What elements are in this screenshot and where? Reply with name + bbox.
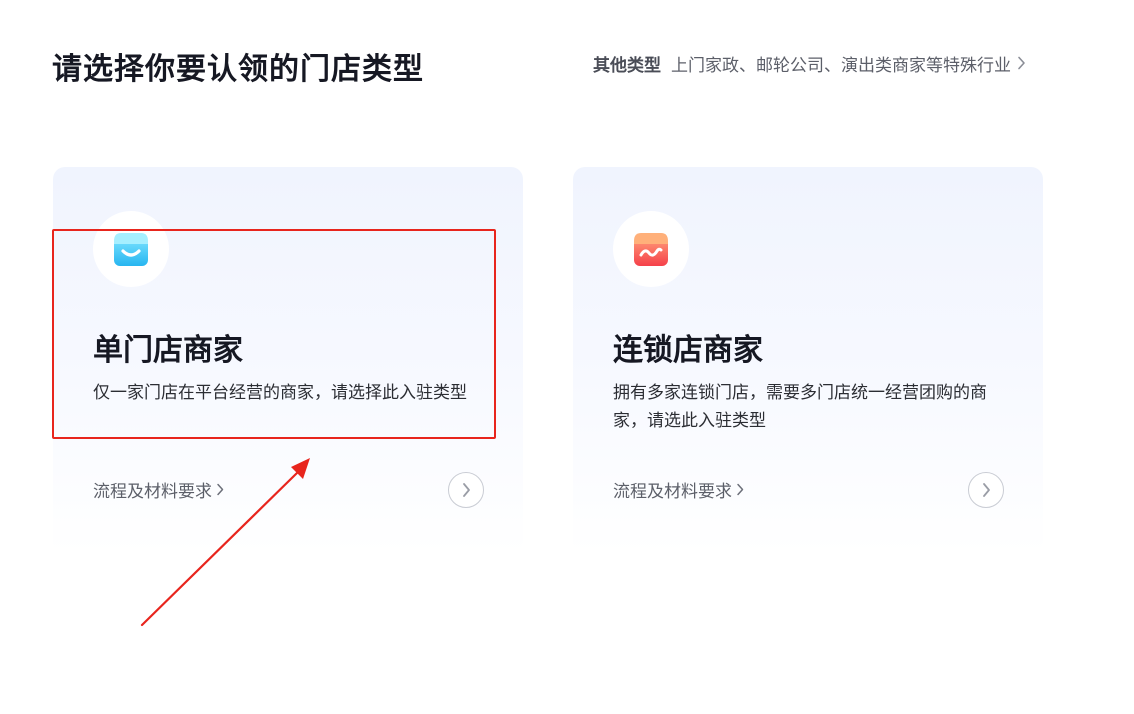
chevron-right-icon: [736, 483, 744, 496]
card-enter-button[interactable]: [448, 472, 484, 508]
chevron-right-icon: [983, 483, 990, 497]
card-description: 拥有多家连锁门店，需要多门店统一经营团购的商家，请选此入驻类型: [613, 383, 987, 431]
other-types-description: 上门家政、邮轮公司、演出类商家等特殊行业: [671, 55, 1011, 76]
other-types-label: 其他类型: [593, 55, 661, 76]
chevron-right-icon: [216, 483, 224, 496]
chevron-right-icon: [1017, 56, 1026, 70]
card-single-store[interactable]: 单门店商家 仅一家门店在平台经营的商家，请选择此入驻类型 流程及材料要求: [53, 167, 523, 554]
process-requirements-label: 流程及材料要求: [613, 481, 732, 502]
chevron-right-icon: [463, 483, 470, 497]
card-description: 仅一家门店在平台经营的商家，请选择此入驻类型: [93, 383, 467, 403]
card-chain-store[interactable]: 连锁店商家 拥有多家连锁门店，需要多门店统一经营团购的商家，请选此入驻类型 流程…: [573, 167, 1043, 554]
shop-red-icon: [613, 211, 689, 287]
process-requirements-link[interactable]: 流程及材料要求: [613, 477, 744, 502]
process-requirements-label: 流程及材料要求: [93, 481, 212, 502]
card-enter-button[interactable]: [968, 472, 1004, 508]
process-requirements-link[interactable]: 流程及材料要求: [93, 477, 224, 502]
page-title: 请选择你要认领的门店类型: [52, 52, 424, 87]
shop-blue-icon: [93, 211, 169, 287]
card-title: 连锁店商家: [613, 333, 763, 368]
card-title: 单门店商家: [93, 333, 243, 368]
other-types-link[interactable]: 其他类型 上门家政、邮轮公司、演出类商家等特殊行业: [593, 52, 1026, 76]
